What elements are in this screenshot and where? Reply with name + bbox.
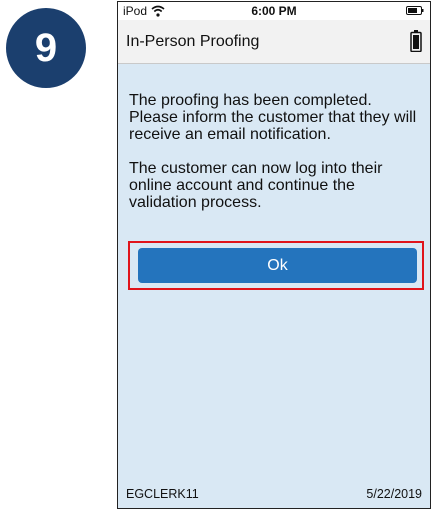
step-number: 9	[34, 25, 58, 70]
status-time: 6:00 PM	[251, 4, 297, 18]
status-bar: iPod 6:00 PM	[118, 2, 430, 20]
clerk-id: EGCLERK11	[126, 487, 199, 501]
message-paragraph: The proofing has been completed. Please …	[129, 92, 417, 143]
step-number-badge: 9	[6, 8, 86, 88]
ok-button[interactable]: Ok	[138, 248, 417, 283]
page-title: In-Person Proofing	[126, 33, 260, 50]
battery-icon	[410, 30, 422, 52]
footer-date: 5/22/2019	[366, 487, 422, 501]
battery-icon	[406, 6, 424, 15]
app-header: In-Person Proofing	[118, 20, 430, 64]
message-paragraph: The customer can now log into their onli…	[129, 160, 383, 211]
completion-message: The proofing has been completed. Please …	[129, 92, 421, 228]
footer: EGCLERK11 5/22/2019	[118, 480, 430, 508]
device-screen: iPod 6:00 PM In-Person Proofing The proo…	[117, 1, 431, 509]
